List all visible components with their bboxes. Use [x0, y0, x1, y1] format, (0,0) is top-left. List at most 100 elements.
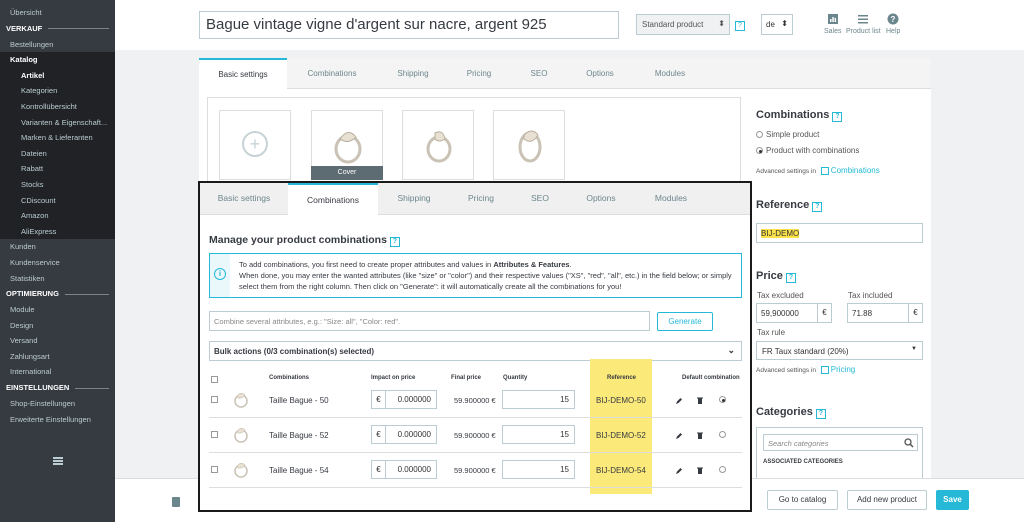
edit-icon[interactable] [676, 432, 682, 439]
combination-name: Taille Bague - 54 [269, 466, 329, 475]
save-button[interactable]: Save [936, 490, 969, 510]
categories-box: Search categories ASSOCIATED CATEGORIES [756, 427, 923, 481]
product-image[interactable] [493, 110, 565, 180]
svg-text:?: ? [891, 15, 896, 24]
pricing-link[interactable]: Pricing [831, 365, 855, 374]
quantity-input[interactable]: 15 [502, 390, 575, 409]
trash-icon[interactable] [172, 497, 180, 507]
sidebar-item-aliexpress[interactable]: AliExpress [0, 223, 115, 240]
default-combination-radio[interactable] [719, 466, 726, 473]
divider [64, 293, 109, 295]
tab-seo[interactable]: SEO [512, 183, 568, 215]
sidebar-item-design[interactable]: Design [0, 318, 115, 334]
product-name-input[interactable]: Bague vintage vigne d'argent sur nacre, … [199, 11, 619, 39]
edit-icon[interactable] [676, 397, 682, 404]
help-icon[interactable]: ? [735, 21, 745, 31]
tab-basic-settings[interactable]: Basic settings [199, 58, 287, 89]
sidebar-item-artikel[interactable]: Artikel [0, 67, 115, 84]
help-icon[interactable]: ? [832, 112, 843, 122]
bulk-actions-dropdown[interactable]: Bulk actions (0/3 combination(s) selecte… [209, 341, 742, 361]
tab-options[interactable]: Options [569, 58, 631, 89]
select-arrows-icon: ⬍ [781, 19, 788, 28]
impact-on-price-input[interactable]: € 0.000000 [371, 425, 437, 444]
add-new-product-button[interactable]: Add new product [847, 490, 927, 510]
search-categories-input[interactable]: Search categories [763, 434, 918, 451]
product-with-combinations-option[interactable]: Product with combinations [756, 146, 859, 155]
add-image-icon[interactable]: + [242, 131, 268, 157]
row-checkbox[interactable] [211, 396, 218, 403]
col-reference: Reference [607, 375, 637, 381]
select-all-checkbox[interactable] [211, 376, 218, 383]
sidebar-item-cdiscount[interactable]: CDiscount [0, 192, 115, 209]
sidebar-item-statistiken[interactable]: Statistiken [0, 271, 115, 287]
product-image[interactable] [402, 110, 474, 180]
sidebar-item-versand[interactable]: Versand [0, 333, 115, 349]
sidebar-item-rabatt[interactable]: Rabatt [0, 161, 115, 177]
product-list-button[interactable]: Product list [846, 13, 881, 35]
caret-down-icon: ▼ [911, 346, 917, 352]
sidebar-item-zahlungsart[interactable]: Zahlungsart [0, 349, 115, 365]
tab-seo[interactable]: SEO [509, 58, 569, 89]
impact-on-price-input[interactable]: € 0.000000 [371, 460, 437, 479]
sidebar-item-dateien[interactable]: Dateien [0, 145, 115, 162]
tab-pricing[interactable]: Pricing [449, 58, 509, 89]
sidebar-item-amazon[interactable]: Amazon [0, 208, 115, 224]
sidebar-item-stocks[interactable]: Stocks [0, 176, 115, 193]
tab-modules[interactable]: Modules [634, 183, 708, 215]
tab-options[interactable]: Options [568, 183, 634, 215]
go-to-catalog-button[interactable]: Go to catalog [767, 490, 838, 510]
sidebar-item-kontrollübersicht[interactable]: Kontrollübersicht [0, 98, 115, 115]
tax-rule-select[interactable]: FR Taux standard (20%) ▼ [756, 341, 923, 360]
help-icon[interactable]: ? [389, 237, 400, 247]
default-combination-radio[interactable] [719, 431, 726, 438]
sidebar-item-übersicht[interactable]: Übersicht [0, 5, 115, 21]
sidebar-item-katalog[interactable]: Katalog [0, 52, 115, 68]
price-tax-included-value: 71.88 [852, 309, 873, 318]
quantity-value: 15 [560, 395, 569, 404]
row-checkbox[interactable] [211, 431, 218, 438]
tab-combinations[interactable]: Combinations [288, 183, 378, 216]
help-icon[interactable]: ? [785, 273, 796, 283]
sidebar-item-varianten-eigenschaft[interactable]: Varianten & Eigenschaft... [0, 114, 115, 131]
price-tax-included-input[interactable]: 71.88 € [847, 303, 923, 323]
tab-shipping[interactable]: Shipping [378, 183, 450, 215]
sidebar-item-international[interactable]: International [0, 364, 115, 380]
generate-button[interactable]: Generate [657, 312, 713, 331]
sidebar-item-module[interactable]: Module [0, 302, 115, 318]
language-select[interactable]: de ⬍ [761, 14, 793, 35]
sales-button[interactable]: Sales [824, 13, 842, 35]
sidebar-item-kundenservice[interactable]: Kundenservice [0, 255, 115, 271]
sidebar-item-marken-lieferanten[interactable]: Marken & Lieferanten [0, 130, 115, 146]
row-checkbox[interactable] [211, 466, 218, 473]
help-icon[interactable]: ? [815, 409, 826, 419]
tab-modules[interactable]: Modules [631, 58, 709, 89]
combine-attributes-input[interactable]: Combine several attributes, e.g.: "Size:… [209, 311, 650, 331]
help-icon[interactable]: ? [812, 202, 823, 212]
combinations-link[interactable]: Combinations [831, 166, 880, 175]
simple-product-option[interactable]: Simple product [756, 130, 819, 139]
tab-basic-settings[interactable]: Basic settings [200, 183, 288, 215]
sidebar-item-shop-einstellungen[interactable]: Shop-Einstellungen [0, 396, 115, 412]
tab-combinations[interactable]: Combinations [291, 58, 373, 89]
edit-icon[interactable] [676, 467, 682, 474]
tab-shipping[interactable]: Shipping [377, 58, 449, 89]
reference-input[interactable]: BIJ-DEMO [756, 223, 923, 243]
tab-pricing[interactable]: Pricing [450, 183, 512, 215]
help-button[interactable]: ? Help [886, 13, 900, 35]
sidebar-item-bestellungen[interactable]: Bestellungen [0, 37, 115, 53]
delete-icon[interactable] [697, 432, 703, 439]
ring-thumbnail-icon [234, 463, 248, 478]
price-tax-excluded-input[interactable]: 59,900000 € [756, 303, 832, 323]
quantity-input[interactable]: 15 [502, 460, 575, 479]
default-combination-radio[interactable] [719, 396, 726, 403]
delete-icon[interactable] [697, 467, 703, 474]
sidebar-item-kunden[interactable]: Kunden [0, 239, 115, 255]
product-type-select[interactable]: Standard product ⬍ [636, 14, 730, 35]
attributes-features-text: Attributes & Features [493, 260, 570, 269]
delete-icon[interactable] [697, 397, 703, 404]
quantity-input[interactable]: 15 [502, 425, 575, 444]
sidebar-collapse-icon[interactable] [53, 457, 63, 465]
sidebar-item-kategorien[interactable]: Kategorien [0, 83, 115, 99]
impact-on-price-input[interactable]: € 0.000000 [371, 390, 437, 409]
sidebar-item-erweiterte-einstellungen[interactable]: Erweiterte Einstellungen [0, 412, 115, 428]
